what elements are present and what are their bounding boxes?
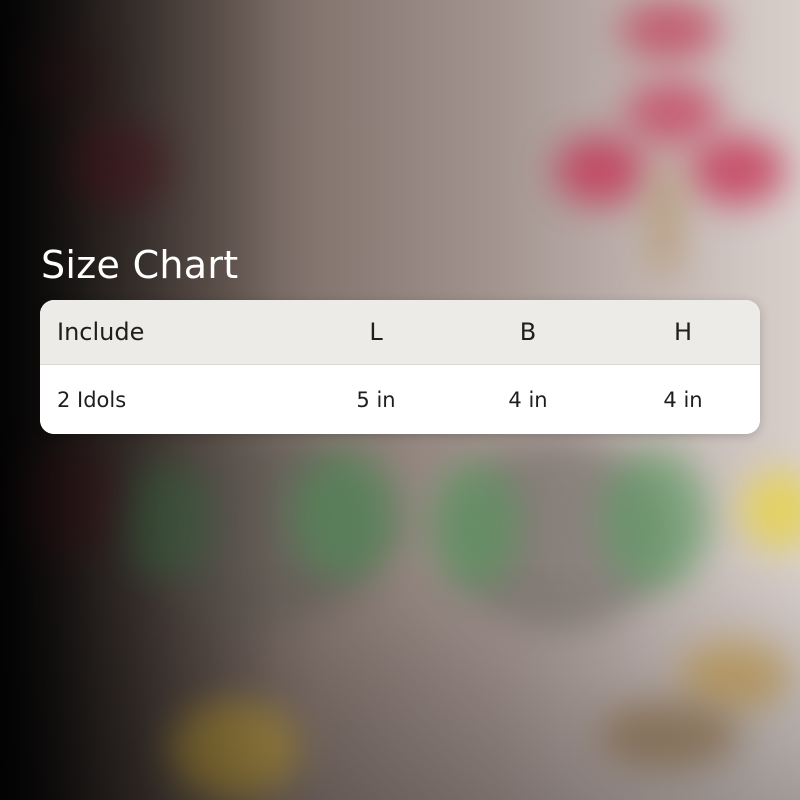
background-flower-yellow <box>170 700 300 800</box>
cell-breadth: 4 in <box>508 387 548 412</box>
page-title: Size Chart <box>41 243 239 287</box>
size-chart-image: Size Chart Include L B H 2 Idols 5 in 4 … <box>0 0 800 800</box>
cell-height: 4 in <box>663 387 703 412</box>
background-diya <box>600 700 740 770</box>
column-header-height: H <box>673 318 693 346</box>
background-hanging-flower <box>555 135 645 205</box>
table-row: 2 Idols 5 in 4 in 4 in <box>40 365 760 434</box>
table-header-row: Include L B H <box>40 300 760 365</box>
background-hanging-flower <box>620 0 720 60</box>
background-leaf-right <box>430 460 520 590</box>
background-flower-yellow <box>740 470 800 550</box>
background-leaf-left <box>120 460 210 580</box>
column-header-length: L <box>369 318 383 346</box>
background-hanging-flower <box>690 135 785 205</box>
background-hanging-flower <box>625 80 720 145</box>
background-diya <box>680 640 790 710</box>
column-header-include: Include <box>57 318 145 346</box>
background-gold-chain <box>650 160 680 280</box>
background-leaf-left <box>290 450 400 580</box>
cell-length: 5 in <box>356 387 396 412</box>
background-flower-red <box>60 120 170 210</box>
background-flower-red <box>20 40 110 110</box>
cell-include: 2 Idols <box>57 387 127 412</box>
background-flower-red <box>20 440 120 560</box>
size-table: Include L B H 2 Idols 5 in 4 in 4 in <box>40 300 760 434</box>
background-leaf-right <box>600 450 710 590</box>
column-header-breadth: B <box>519 318 537 346</box>
